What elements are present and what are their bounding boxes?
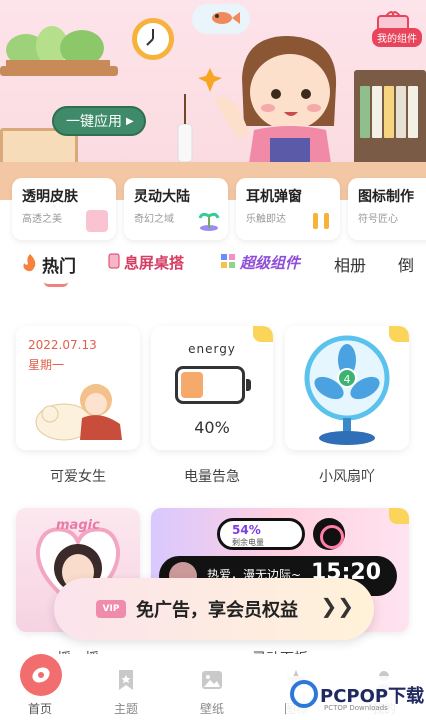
one-key-apply-button[interactable]: 一键应用 ▶ xyxy=(52,106,146,136)
widget-label: 电量告急 xyxy=(184,469,240,485)
category-dynamic-land[interactable]: 灵动大陆 奇幻之域 xyxy=(124,178,228,240)
pill-percent: 54% xyxy=(232,523,261,537)
shirt-icon xyxy=(86,210,108,232)
vip-promo-banner[interactable]: VIP 免广告，享会员权益 ❯❯ xyxy=(54,578,374,640)
book xyxy=(396,86,406,138)
content-tabs: 热门 息屏桌搭 超级组件 相册 倒 xyxy=(0,252,426,292)
widget-date: 2022.07.13 xyxy=(28,338,97,352)
tab-lock-screen[interactable]: 息屏桌搭 xyxy=(108,252,184,273)
category-subtitle: 符号匠心 xyxy=(358,214,398,225)
home-active-icon[interactable] xyxy=(20,654,62,696)
battery-level-fill xyxy=(181,372,203,398)
widget-grid-icon xyxy=(220,253,236,273)
widget-weekday: 星期一 xyxy=(28,358,65,372)
play-triangle-icon: ▶ xyxy=(126,115,134,127)
nav-item-theme[interactable]: 主题 xyxy=(96,668,156,717)
tab-label: 息屏桌搭 xyxy=(124,254,185,272)
book xyxy=(408,86,418,138)
book xyxy=(384,86,394,138)
category-title: 图标制作 xyxy=(358,189,414,205)
widget-cute-girl[interactable]: 2022.07.13 星期一 xyxy=(16,326,140,450)
tab-more[interactable]: 倒 xyxy=(398,252,414,276)
tab-label: 相册 xyxy=(334,256,367,275)
category-transparent-skin[interactable]: 透明皮肤 高透之美 xyxy=(12,178,116,240)
girl-sheep-illustration xyxy=(35,384,122,441)
battery-percent: 40% xyxy=(194,418,230,437)
magic-overlay-text: magic xyxy=(56,518,100,533)
girl-illustration xyxy=(214,36,337,170)
image-icon xyxy=(200,668,224,692)
nav-label: 首页 xyxy=(27,702,52,716)
vip-tag: VIP xyxy=(96,600,126,618)
one-key-apply-label: 一键应用 xyxy=(66,114,122,130)
tab-album[interactable]: 相册 xyxy=(334,252,366,276)
bookshelf xyxy=(354,70,426,166)
category-earphone-popup[interactable]: 耳机弹窗 乐触即达 xyxy=(236,178,340,240)
site-watermark: PCPOP下载 PCTOP Downloads xyxy=(286,676,426,720)
tab-super-widget[interactable]: 超级组件 xyxy=(220,252,300,273)
watermark-subtitle: PCTOP Downloads xyxy=(324,704,388,712)
widget-label: 可爱女生 xyxy=(50,469,106,485)
premium-badge-icon xyxy=(253,326,273,342)
clock-decoration xyxy=(132,18,174,60)
widget-fan[interactable]: 4 xyxy=(285,326,409,450)
nav-label: 壁纸 xyxy=(199,702,224,716)
category-title: 灵动大陆 xyxy=(134,189,190,205)
category-icon-maker[interactable]: 图标制作 符号匠心 xyxy=(348,178,426,240)
energy-label: energy xyxy=(188,342,236,356)
hero-banner[interactable]: 我的组件 一键应用 ▶ xyxy=(0,0,426,200)
battery-icon xyxy=(175,366,251,404)
widget-battery[interactable]: energy 40% xyxy=(151,326,273,450)
book xyxy=(360,86,370,138)
premium-badge-icon xyxy=(389,508,409,524)
battery-tip xyxy=(246,379,251,391)
flame-icon xyxy=(22,253,38,276)
my-widgets-label[interactable]: 我的组件 xyxy=(372,28,422,47)
active-tab-indicator xyxy=(44,282,68,287)
fan-speed-badge: 4 xyxy=(337,368,357,388)
palm-island-icon xyxy=(198,210,220,232)
bookmark-icon xyxy=(114,668,138,692)
category-row: 透明皮肤 高透之美 灵动大陆 奇幻之域 耳机弹窗 乐触即达 图标制作 符号匠心 xyxy=(0,178,426,242)
vip-message: 免广告，享会员权益 xyxy=(136,600,298,621)
pcpop-logo-icon xyxy=(290,680,318,708)
nav-label: 主题 xyxy=(113,702,138,716)
tab-label: 倒 xyxy=(398,256,415,275)
category-title: 透明皮肤 xyxy=(22,189,78,205)
phone-icon xyxy=(108,253,120,273)
earbuds-icon xyxy=(310,210,332,232)
plant-illustration xyxy=(6,26,110,68)
record-ring-icon xyxy=(313,518,345,550)
widget-label: 小风扇吖 xyxy=(319,469,375,485)
tab-label: 热门 xyxy=(42,257,76,277)
fan-icon xyxy=(304,335,390,445)
battery-pill: 54% 剩余电量 xyxy=(217,518,305,550)
book xyxy=(372,86,382,138)
double-chevron-right-icon: ❯❯ xyxy=(320,594,354,618)
vase-flower-decoration xyxy=(177,94,193,162)
pill-caption: 剩余电量 xyxy=(232,538,264,547)
category-title: 耳机弹窗 xyxy=(246,189,302,205)
tab-label: 超级组件 xyxy=(240,254,301,272)
tab-hot[interactable]: 热门 xyxy=(22,252,76,287)
nav-item-wallpaper[interactable]: 壁纸 xyxy=(182,668,242,717)
